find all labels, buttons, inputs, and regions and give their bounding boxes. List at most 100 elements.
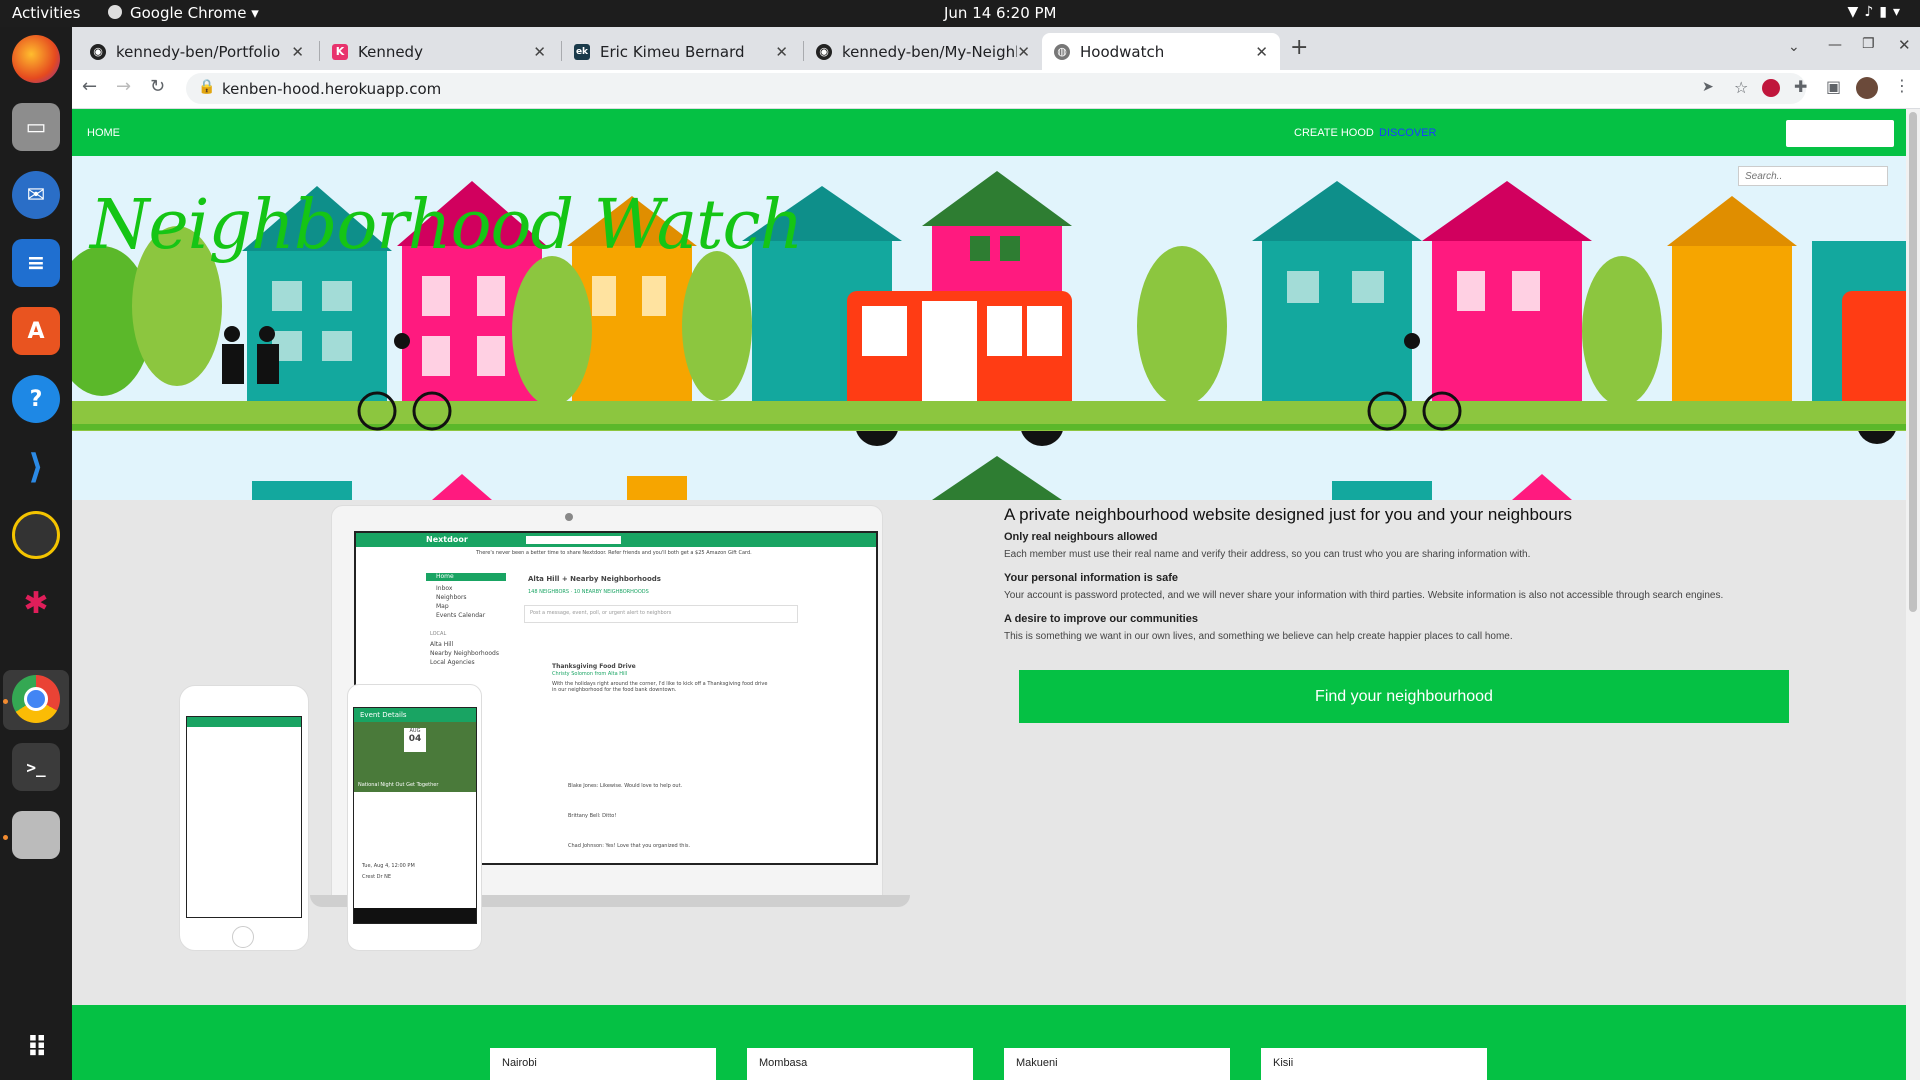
address-bar[interactable]: 🔒 kenben-hood.herokuapp.com ➤ ☆: [186, 73, 1806, 104]
phone-mockup-left: [179, 685, 309, 951]
feature-body: Your account is password protected, and …: [1004, 590, 1724, 601]
app-menu[interactable]: Google Chrome ▾: [130, 4, 259, 22]
tab-hoodwatch[interactable]: ◍ Hoodwatch ✕: [1042, 33, 1280, 70]
forward-icon[interactable]: →: [116, 76, 131, 97]
hero-search-input[interactable]: [1738, 166, 1888, 186]
mock-menu-item: Events Calendar: [436, 612, 486, 619]
city-card-nairobi[interactable]: Nairobi: [490, 1048, 716, 1080]
restore-icon[interactable]: ❐: [1862, 36, 1875, 52]
mock-comment: Brittany Bell: Ditto!: [568, 813, 617, 819]
drive-icon[interactable]: [12, 811, 60, 859]
system-top-bar: Activities Google Chrome ▾ Jun 14 6:20 P…: [0, 0, 1920, 27]
mock-promo: There's never been a better time to shar…: [476, 550, 752, 556]
profile-avatar[interactable]: [1856, 77, 1878, 99]
tab-portfolio[interactable]: ◉ kennedy-ben/Portfolio ✕: [78, 33, 316, 70]
close-tab-icon[interactable]: ✕: [1017, 43, 1030, 61]
scrollbar-thumb[interactable]: [1909, 112, 1917, 612]
tab-search-icon[interactable]: ⌄: [1788, 39, 1800, 55]
globe-icon: ◍: [1054, 43, 1070, 60]
nav-discover-link[interactable]: DISCOVER: [1379, 127, 1436, 139]
hero-banner: Neighborhood Watch: [72, 156, 1906, 500]
tab-kennedy[interactable]: K Kennedy ✕: [320, 33, 558, 70]
browser-toolbar: ← → ↻ 🔒 kenben-hood.herokuapp.com ➤ ☆ ✚ …: [72, 70, 1920, 109]
nav-search-input[interactable]: [1786, 120, 1894, 147]
puzzle-extensions-icon[interactable]: ✚: [1794, 77, 1807, 96]
mock-local-item: Local Agencies: [430, 659, 475, 666]
writer-icon[interactable]: ≡: [12, 239, 60, 287]
event-date-badge: AUG 04: [404, 728, 426, 752]
send-tab-icon[interactable]: ➤: [1702, 79, 1714, 95]
tab-title: Eric Kimeu Bernard: [600, 42, 745, 61]
mock-stats: 148 NEIGHBORS · 10 NEARBY NEIGHBORHOODS: [528, 589, 649, 595]
clock[interactable]: Jun 14 6:20 PM: [944, 4, 1057, 22]
camera-dot: [565, 513, 573, 521]
lock-icon[interactable]: 🔒: [198, 79, 215, 95]
software-icon[interactable]: A: [12, 307, 60, 355]
feature-body: This is something we want in our own liv…: [1004, 631, 1513, 642]
nav-home-link[interactable]: HOME: [87, 127, 120, 139]
home-button: [232, 926, 254, 948]
volume-icon: ♪: [1864, 4, 1880, 20]
terminal-icon[interactable]: >_: [12, 743, 60, 791]
site-navbar: HOME CREATE HOOD DISCOVER: [72, 109, 1906, 156]
feature-title: A desire to improve our communities: [1004, 613, 1198, 625]
mock-post-body: With the holidays right around the corne…: [552, 681, 768, 693]
mock-post-title: Thanksgiving Food Drive: [552, 663, 636, 670]
tab-strip: ◉ kennedy-ben/Portfolio ✕ K Kennedy ✕ ek…: [72, 27, 1920, 70]
event-day: 04: [408, 734, 422, 744]
close-tab-icon[interactable]: ✕: [533, 43, 546, 61]
tab-eric[interactable]: ek Eric Kimeu Bernard ✕: [562, 33, 800, 70]
running-indicator: [3, 835, 8, 840]
extension-icon[interactable]: [1762, 79, 1780, 97]
activities-button[interactable]: Activities: [12, 4, 80, 22]
new-tab-button[interactable]: +: [1290, 35, 1308, 60]
github-icon: ◉: [816, 43, 832, 60]
close-tab-icon[interactable]: ✕: [775, 43, 788, 61]
chrome-icon[interactable]: [12, 675, 60, 723]
bookmark-star-icon[interactable]: ☆: [1734, 78, 1748, 97]
web-page: HOME CREATE HOOD DISCOVER Neighborhood W…: [72, 109, 1906, 1080]
city-card-makueni[interactable]: Makueni: [1004, 1048, 1230, 1080]
apps-grid-icon[interactable]: ⠿: [12, 1023, 60, 1071]
rhythmbox-icon[interactable]: [12, 511, 60, 559]
side-panel-icon[interactable]: ▣: [1826, 77, 1841, 96]
city-card-kisii[interactable]: Kisii: [1261, 1048, 1487, 1080]
mock-header: Nextdoor: [356, 533, 876, 547]
mock-menu-item: Neighbors: [436, 594, 467, 601]
firefox-icon[interactable]: [12, 35, 60, 83]
minimize-icon[interactable]: —: [1828, 37, 1842, 53]
vscode-icon[interactable]: ⟩: [12, 443, 60, 491]
mock-event-place: Crest Dr NE: [362, 874, 392, 880]
mock-event-title: Event Details: [360, 711, 407, 719]
thunderbird-icon[interactable]: ✉: [12, 171, 60, 219]
mock-menu-item: Inbox: [436, 585, 453, 592]
android-screen: Event Details AUG 04 National Night Out …: [353, 707, 477, 924]
tab-title: Kennedy: [358, 42, 423, 61]
tab-my-neighbourhood[interactable]: ◉ kennedy-ben/My-Neighbo ✕: [804, 33, 1042, 70]
caret-down-icon: ▾: [1892, 4, 1906, 20]
github-icon: ◉: [90, 43, 106, 60]
reload-icon[interactable]: ↻: [150, 76, 165, 97]
mock-comment: Blake Jones: Likewise. Would love to hel…: [568, 783, 683, 789]
files-icon[interactable]: ▭: [12, 103, 60, 151]
tab-title: kennedy-ben/Portfolio: [116, 42, 281, 61]
ek-icon: ek: [574, 43, 590, 60]
close-tab-icon[interactable]: ✕: [291, 43, 304, 61]
battery-icon: ▮: [1879, 4, 1893, 20]
close-tab-icon[interactable]: ✕: [1255, 43, 1268, 61]
city-card-mombasa[interactable]: Mombasa: [747, 1048, 973, 1080]
close-window-icon[interactable]: ✕: [1898, 36, 1911, 54]
help-icon[interactable]: ?: [12, 375, 60, 423]
slack-icon[interactable]: ✱: [12, 579, 60, 627]
mock-event-name: National Night Out Get Together: [358, 782, 439, 788]
find-neighbourhood-button[interactable]: Find your neighbourhood: [1019, 670, 1789, 723]
url-text[interactable]: kenben-hood.herokuapp.com: [222, 80, 441, 98]
back-icon[interactable]: ←: [82, 76, 97, 97]
more-menu-icon[interactable]: ⋮: [1894, 76, 1910, 95]
mock-post-author: Christy Solomon from Alta Hill: [552, 671, 628, 677]
mock-search: [526, 536, 621, 544]
running-indicator: [3, 699, 8, 704]
hero-title: Neighborhood Watch: [90, 186, 803, 265]
nav-create-hood-link[interactable]: CREATE HOOD: [1294, 127, 1374, 139]
system-tray[interactable]: ▼♪▮▾: [1848, 4, 1906, 20]
